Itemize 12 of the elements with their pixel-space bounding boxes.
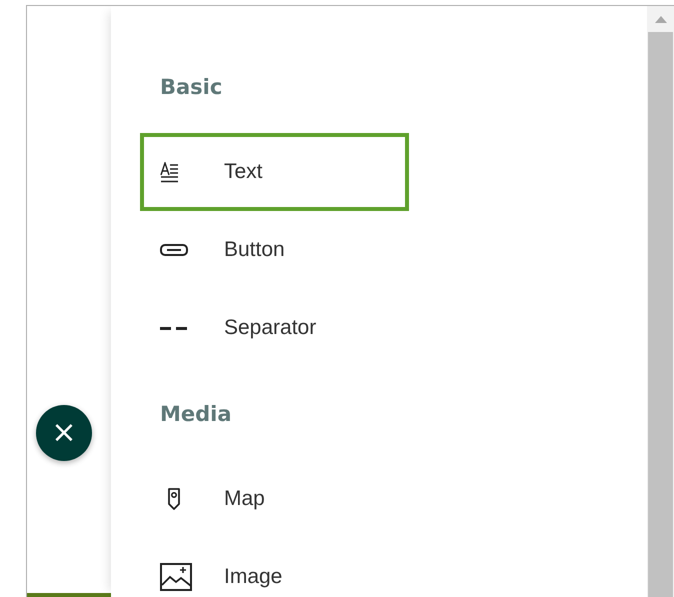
- close-button[interactable]: ×: [36, 405, 92, 461]
- dashed-line-icon: [160, 326, 187, 330]
- element-item[interactable]: Button: [140, 211, 409, 289]
- element-item[interactable]: Separator: [140, 289, 409, 367]
- element-item[interactable]: Image: [140, 538, 409, 597]
- image-icon: [160, 563, 192, 591]
- section-heading: Basic: [160, 74, 224, 101]
- element-item[interactable]: Text: [140, 133, 409, 211]
- section-heading: Media: [160, 401, 233, 428]
- scroll-up-icon[interactable]: [654, 15, 666, 23]
- text-format-icon: [160, 162, 179, 182]
- element-item[interactable]: Map: [140, 460, 409, 538]
